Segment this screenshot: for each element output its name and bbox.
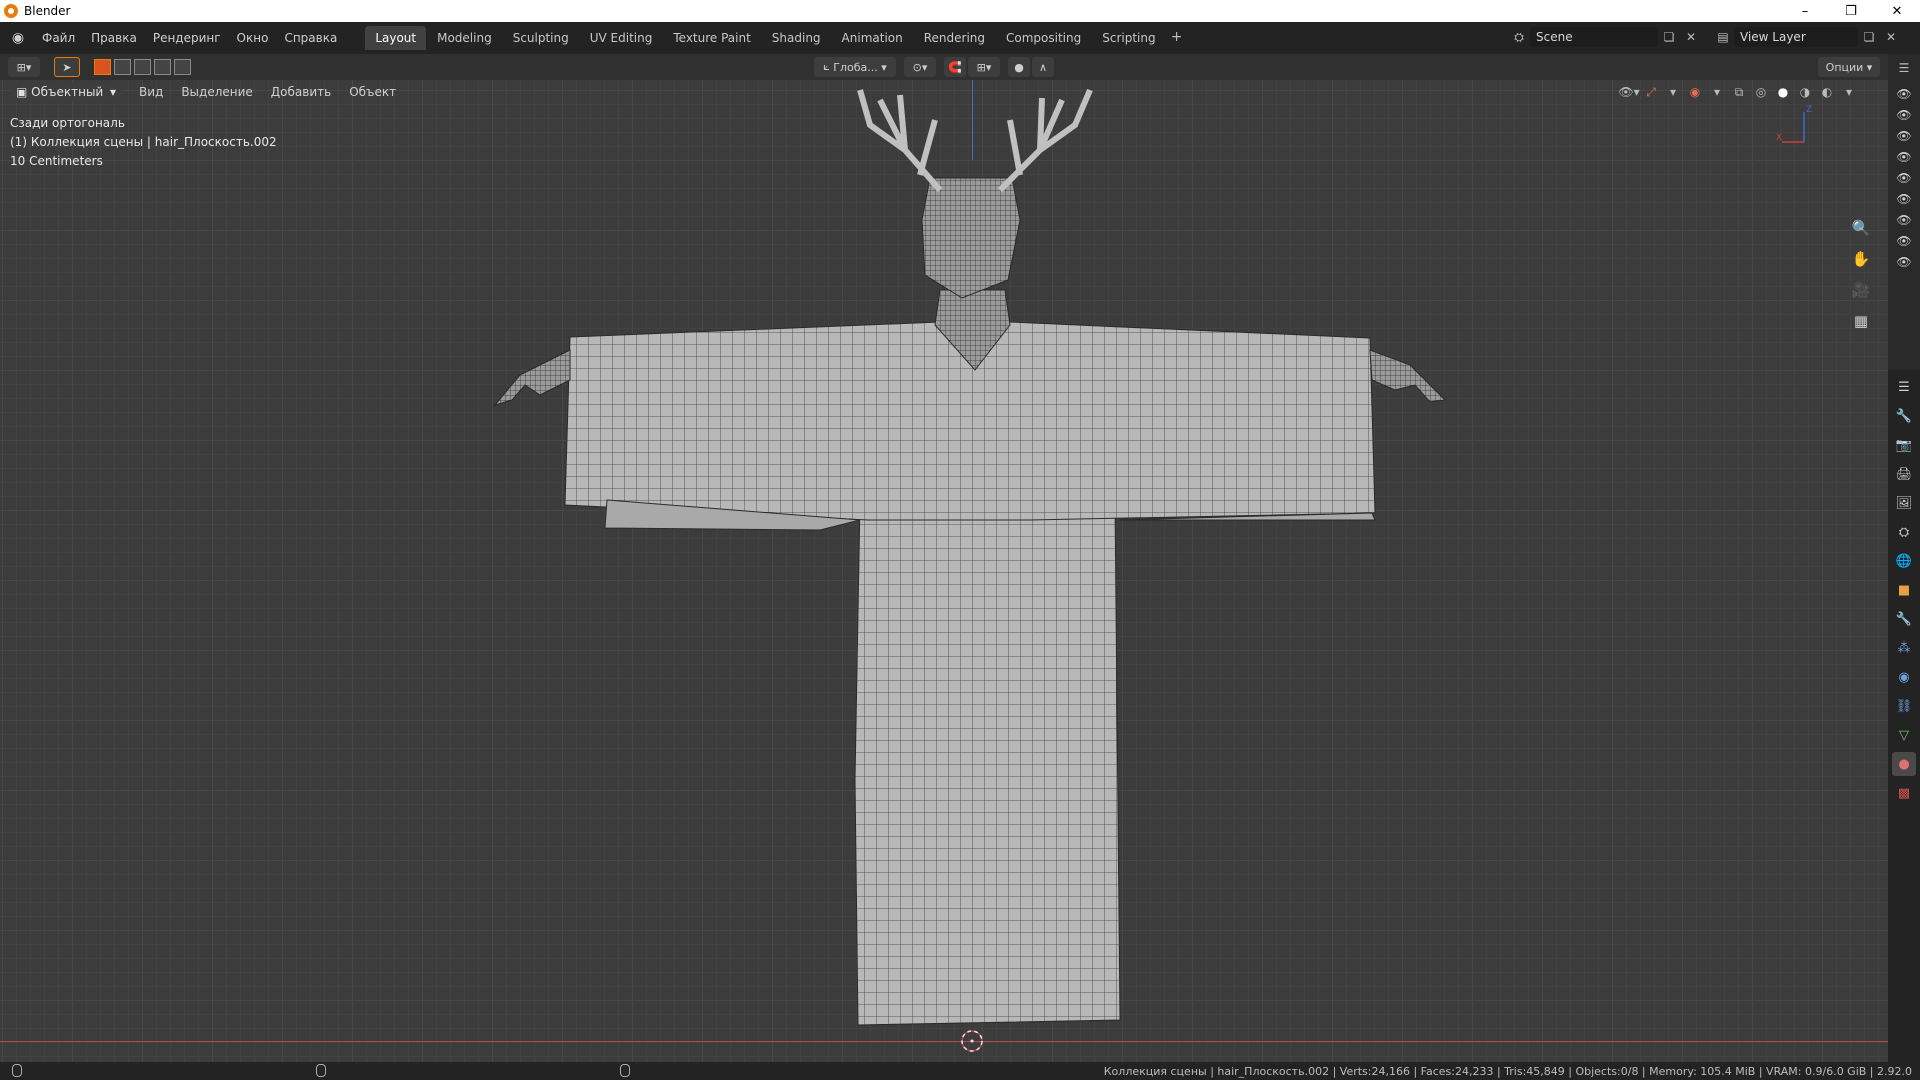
maximize-button[interactable]: ❐	[1828, 0, 1874, 22]
tool-icon[interactable]: 🔧	[1892, 404, 1916, 428]
antler-left	[857, 89, 943, 192]
eye-icon[interactable]: 👁	[1896, 87, 1912, 101]
snap-target-icon[interactable]: ⊞▾	[968, 57, 1000, 77]
texture-icon[interactable]: ▩	[1892, 781, 1916, 805]
select-new-icon[interactable]	[94, 59, 111, 75]
particles-icon[interactable]: ⁂	[1892, 636, 1916, 660]
menu-render[interactable]: Рендеринг	[145, 27, 229, 49]
status-bar: Коллекция сцены | hair_Плоскость.002 | V…	[0, 1062, 1920, 1080]
view-layer-icon[interactable]: ▤	[1712, 27, 1734, 47]
material-icon[interactable]: ●	[1892, 752, 1916, 776]
eye-icon[interactable]: 👁	[1896, 108, 1912, 122]
main-menu: Файл Правка Рендеринг Окно Справка	[34, 27, 345, 49]
tab-uv-editing[interactable]: UV Editing	[580, 26, 663, 50]
scene-icon[interactable]: ⛭	[1508, 27, 1530, 47]
select-extend-icon[interactable]	[114, 59, 131, 75]
data-icon[interactable]: ▽	[1892, 723, 1916, 747]
blender-logo-icon	[4, 4, 18, 18]
scene-icon[interactable]: ⛭	[1892, 520, 1916, 544]
falloff-icon[interactable]: ∧	[1032, 57, 1054, 77]
eye-icon[interactable]: 👁	[1896, 192, 1912, 206]
remove-scene-icon[interactable]: ✕	[1680, 27, 1702, 47]
menu-window[interactable]: Окно	[229, 27, 277, 49]
constraints-icon[interactable]: ⛓	[1892, 694, 1916, 718]
scene-statistics: Коллекция сцены | hair_Плоскость.002 | V…	[1103, 1064, 1912, 1078]
options-dropdown[interactable]: Опции ▾	[1818, 57, 1880, 77]
transform-orientation-value: Глоба...	[833, 60, 878, 74]
hand-right	[1369, 349, 1447, 403]
view-layer-selector: ▤ View Layer ❏ ✕	[1712, 26, 1902, 48]
minimize-button[interactable]: –	[1782, 0, 1828, 22]
tab-texture-paint[interactable]: Texture Paint	[663, 26, 760, 50]
tool-header: ⊞▾ ➤ ⟀ Глоба... ▾ ⊙▾ 🧲 ⊞▾ ● ∧ Опции ▾	[0, 54, 1888, 80]
tab-compositing[interactable]: Compositing	[996, 26, 1091, 50]
new-scene-icon[interactable]: ❏	[1658, 27, 1680, 47]
view-layer-icon[interactable]: 🖼	[1892, 491, 1916, 515]
window-titlebar: Blender – ❐ ✕	[0, 0, 1920, 22]
editor-type-icon[interactable]: ⊞▾	[8, 57, 40, 77]
close-button[interactable]: ✕	[1874, 0, 1920, 22]
add-workspace-button[interactable]: +	[1167, 26, 1187, 48]
transform-orientation-dropdown[interactable]: ⟀ Глоба... ▾	[814, 57, 896, 77]
output-icon[interactable]: 🖨	[1892, 462, 1916, 486]
outliner-collapsed: ☰ 👁 👁 👁 👁 👁 👁 👁 👁 👁	[1888, 54, 1920, 370]
view-layer-name-field[interactable]: View Layer	[1734, 27, 1858, 47]
mouse-left-icon	[12, 1064, 22, 1077]
transform-controls: ⟀ Глоба... ▾ ⊙▾ 🧲 ⊞▾ ● ∧	[814, 57, 1054, 77]
properties-tabs: ☰ 🔧 📷 🖨 🖼 ⛭ 🌐 ■ 🔧 ⁂ ◉ ⛓ ▽ ● ▩	[1888, 370, 1920, 1062]
mesh-model[interactable]	[0, 80, 1888, 1062]
eye-icon[interactable]: 👁	[1896, 213, 1912, 227]
pivot-point-icon[interactable]: ⊙▾	[904, 57, 936, 77]
tab-shading[interactable]: Shading	[762, 26, 831, 50]
outliner-editor-icon[interactable]: ☰	[1893, 58, 1915, 78]
mouse-middle-icon	[316, 1064, 326, 1077]
tab-scripting[interactable]: Scripting	[1092, 26, 1165, 50]
remove-view-layer-icon[interactable]: ✕	[1880, 27, 1902, 47]
menu-file[interactable]: Файл	[34, 27, 83, 49]
object-icon[interactable]: ■	[1892, 578, 1916, 602]
antler-right	[997, 88, 1093, 193]
tab-modeling[interactable]: Modeling	[427, 26, 502, 50]
chevron-down-icon: ▾	[877, 60, 887, 74]
tab-rendering[interactable]: Rendering	[914, 26, 995, 50]
window-title: Blender	[24, 4, 71, 18]
3d-viewport[interactable]: ▣ Объектный ▾ Вид Выделение Добавить Объ…	[0, 80, 1888, 1062]
select-subtract-icon[interactable]	[134, 59, 151, 75]
eye-icon[interactable]: 👁	[1896, 234, 1912, 248]
modifier-icon[interactable]: 🔧	[1892, 607, 1916, 631]
physics-icon[interactable]: ◉	[1892, 665, 1916, 689]
hand-left	[493, 349, 571, 406]
world-icon[interactable]: 🌐	[1892, 549, 1916, 573]
snap-toggle-icon[interactable]: 🧲	[944, 57, 966, 77]
3d-cursor-icon[interactable]	[961, 1030, 983, 1052]
select-invert-icon[interactable]	[154, 59, 171, 75]
menu-help[interactable]: Справка	[276, 27, 345, 49]
tab-layout[interactable]: Layout	[365, 26, 427, 50]
top-bar: ◉ Файл Правка Рендеринг Окно Справка Lay…	[0, 22, 1920, 54]
eye-icon[interactable]: 👁	[1896, 255, 1912, 269]
tab-sculpting[interactable]: Sculpting	[503, 26, 579, 50]
workspace-tabs: Layout Modeling Sculpting UV Editing Tex…	[365, 26, 1186, 50]
mouse-right-icon	[620, 1064, 630, 1077]
proportional-edit-icon[interactable]: ●	[1008, 57, 1030, 77]
properties-editor-icon[interactable]: ☰	[1892, 375, 1916, 399]
tab-animation[interactable]: Animation	[832, 26, 913, 50]
scene-selector: ⛭ Scene ❏ ✕	[1508, 26, 1702, 48]
select-intersect-icon[interactable]	[174, 59, 191, 75]
render-icon[interactable]: 📷	[1892, 433, 1916, 457]
scene-name-field[interactable]: Scene	[1530, 27, 1658, 47]
eye-icon[interactable]: 👁	[1896, 171, 1912, 185]
menu-edit[interactable]: Правка	[83, 27, 145, 49]
new-view-layer-icon[interactable]: ❏	[1858, 27, 1880, 47]
options-label: Опции	[1825, 60, 1864, 74]
orientation-icon: ⟀	[823, 60, 834, 73]
robe-body	[854, 499, 1121, 1026]
select-tool-icon[interactable]: ➤	[54, 57, 80, 77]
head	[921, 177, 1021, 299]
eye-icon[interactable]: 👁	[1896, 150, 1912, 164]
blender-menu-icon[interactable]: ◉	[4, 27, 32, 49]
eye-icon[interactable]: 👁	[1896, 129, 1912, 143]
selection-modes	[94, 59, 194, 75]
